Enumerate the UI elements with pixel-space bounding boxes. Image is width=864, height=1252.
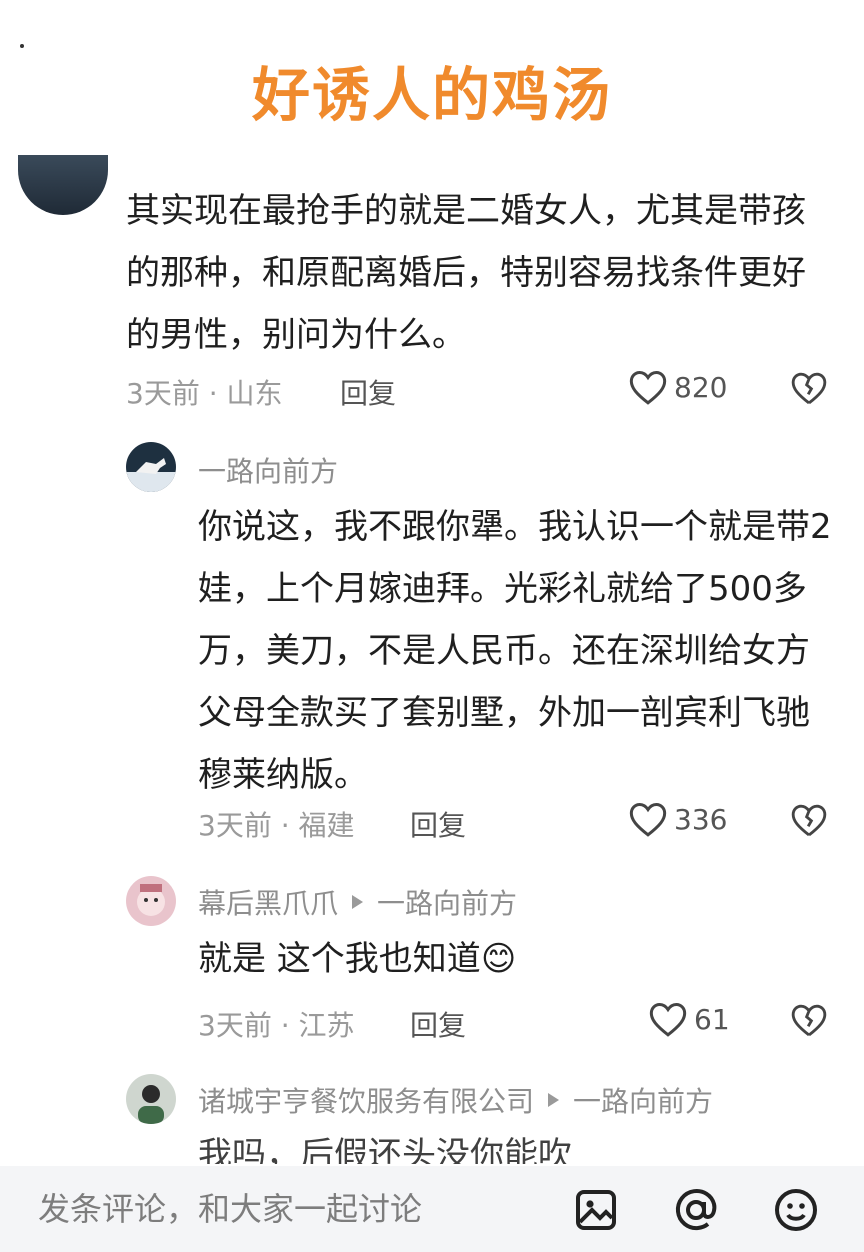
reply-button[interactable]: 回复	[410, 1004, 466, 1044]
at-icon[interactable]	[672, 1186, 720, 1234]
person-photo-icon	[138, 1085, 164, 1124]
page-title: 好诱人的鸡汤	[251, 61, 612, 129]
comment-text: 其实现在最抢手的就是二婚女人，尤其是带孩的那种，和原配离婚后，特别容易找条件更好…	[126, 191, 806, 355]
comment-text: 就是 这个我也知道😊	[198, 928, 838, 990]
commenter-name[interactable]: 幕后黑爪爪	[198, 887, 338, 920]
emoji-icon[interactable]	[772, 1186, 820, 1234]
horse-icon	[126, 458, 176, 492]
comment-bar: 发条评论，和大家一起讨论	[0, 1166, 864, 1252]
reply-button[interactable]: 回复	[410, 804, 466, 844]
broken-heart-icon[interactable]	[790, 802, 828, 838]
heart-icon	[649, 1002, 687, 1037]
reply-arrow-icon	[548, 1093, 560, 1107]
like-count: 61	[694, 1002, 730, 1036]
reply-target-name[interactable]: 一路向前方	[377, 887, 517, 920]
heart-icon	[629, 370, 667, 405]
heart-icon	[629, 802, 667, 837]
comment-location: 福建	[298, 809, 355, 842]
cartoon-face-icon	[137, 884, 165, 916]
like-count: 336	[674, 802, 728, 836]
comment-location: 江苏	[298, 1009, 355, 1042]
comment-meta: 3天前 · 山东	[126, 377, 283, 410]
avatar[interactable]	[126, 442, 176, 492]
comment-input[interactable]: 发条评论，和大家一起讨论	[14, 1176, 558, 1242]
smile-emoji-icon: 😊	[480, 939, 517, 979]
avatar[interactable]	[126, 876, 176, 926]
like-count: 820	[674, 370, 728, 404]
status-dot	[20, 44, 24, 48]
comment-text-content: 就是 这个我也知道	[198, 939, 481, 979]
broken-heart-icon[interactable]	[790, 370, 828, 406]
reply-arrow-icon	[352, 895, 364, 909]
comment-time: 3天前	[198, 809, 272, 842]
comment-meta: 3天前 · 江苏	[198, 1009, 355, 1042]
comment-time: 3天前	[198, 1009, 272, 1042]
comment-text: 你说这，我不跟你犟。我认识一个就是带2娃，上个月嫁迪拜。光彩礼就给了500多万，…	[198, 507, 832, 795]
like-button[interactable]: 61	[648, 1000, 730, 1038]
commenter-name[interactable]: 诸城宇亨餐饮服务有限公司	[198, 1085, 534, 1118]
commenter-name[interactable]: 一路向前方	[198, 450, 338, 490]
image-icon[interactable]	[572, 1186, 620, 1234]
broken-heart-icon[interactable]	[790, 1002, 828, 1038]
reply-header: 诸城宇亨餐饮服务有限公司 一路向前方	[198, 1080, 713, 1120]
comment-time: 3天前	[126, 377, 200, 410]
reply-button[interactable]: 回复	[340, 372, 396, 412]
like-button[interactable]: 336	[628, 800, 727, 838]
comment-text: 我吗，后假还头没你能吹	[198, 1135, 572, 1164]
reply-header: 幕后黑爪爪 一路向前方	[198, 882, 517, 922]
avatar[interactable]	[18, 155, 108, 215]
avatar[interactable]	[126, 1074, 176, 1124]
like-button[interactable]: 820	[628, 368, 727, 406]
reply-target-name[interactable]: 一路向前方	[573, 1085, 713, 1118]
comment-meta: 3天前 · 福建	[198, 809, 355, 842]
comment-location: 山东	[226, 377, 283, 410]
